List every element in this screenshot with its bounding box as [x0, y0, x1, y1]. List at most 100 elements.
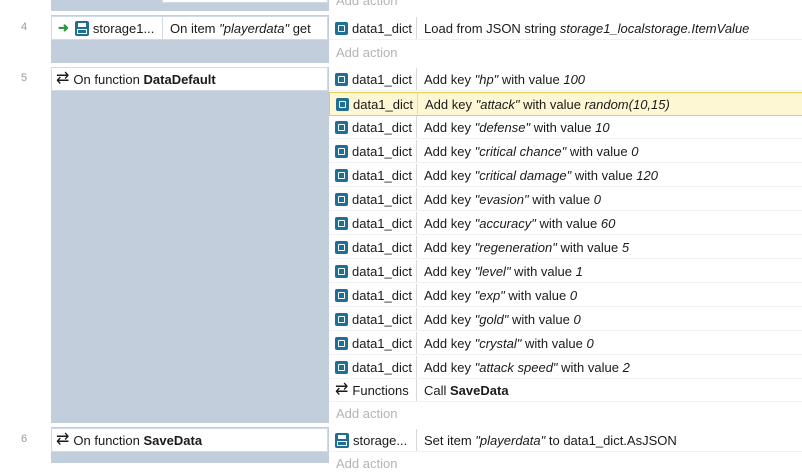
action-row-selected[interactable]: data1_dict Add key "attack" with value r… [329, 92, 802, 116]
action-key: "attack" [475, 96, 520, 112]
action-value: 0 [593, 191, 601, 207]
event-4-condition-cell[interactable]: On item "playerdata" get [162, 16, 328, 40]
action-key: "accuracy" [474, 215, 536, 231]
line-number-6: 6 [20, 433, 28, 445]
event-6-function-name: SaveData [143, 432, 203, 448]
action-object: data1_dict [353, 96, 413, 112]
event-5-condition-prefix: On function [73, 71, 144, 87]
action-value: 0 [586, 335, 594, 351]
action-key: "regeneration" [474, 239, 557, 255]
function-icon: ⇄ [56, 431, 70, 448]
action-object: storage... [353, 432, 408, 448]
action-value: 60 [600, 215, 616, 231]
event-5-condition-cell[interactable]: ⇄ On function DataDefault [51, 67, 328, 91]
event-4-action-row[interactable]: data1_dict Load from JSON string storage… [329, 17, 802, 40]
action-value: 0 [569, 287, 578, 303]
event-5-function-name: DataDefault [143, 71, 216, 87]
action-object: data1_dict [352, 287, 412, 303]
trigger-arrow-icon: ➜ [58, 20, 69, 35]
event-4-add-action[interactable]: Add action [329, 41, 802, 63]
dictionary-icon [335, 144, 348, 158]
called-function-name: SaveData [450, 382, 509, 398]
action-object: data1_dict [352, 191, 412, 207]
action-row[interactable]: data1_dict Add key "exp" with value 0 [329, 284, 802, 307]
line-number-5: 5 [20, 72, 28, 84]
dictionary-icon [335, 216, 348, 230]
action-value: 100 [563, 71, 586, 87]
event-4-condition-object: storage1... [92, 20, 155, 36]
action-value: storage1_localstorage.ItemValue [559, 20, 750, 36]
prev-condition-cell[interactable] [162, 0, 328, 3]
action-object: data1_dict [352, 167, 412, 183]
action-row[interactable]: data1_dict Add key "regeneration" with v… [329, 236, 802, 259]
action-row[interactable]: data1_dict Add key "critical damage" wit… [329, 164, 802, 187]
action-object: data1_dict [352, 215, 412, 231]
dictionary-icon [335, 312, 348, 326]
action-row[interactable]: data1_dict Add key "crystal" with value … [329, 332, 802, 355]
action-value: 0 [631, 143, 639, 159]
action-key: "critical damage" [474, 167, 572, 183]
event-5-block [51, 67, 329, 423]
prev-add-action[interactable]: Add action [329, 0, 802, 11]
dictionary-icon [335, 288, 348, 302]
action-value: 0 [573, 311, 581, 327]
dictionary-icon [335, 192, 348, 206]
event-6-action-row[interactable]: storage... Set item "playerdata" to data… [329, 429, 802, 452]
action-prefix: Load from JSON string [424, 20, 560, 36]
action-key: "defense" [474, 119, 531, 135]
dictionary-icon [335, 360, 348, 374]
action-key: "crystal" [474, 335, 522, 351]
action-object: Functions [352, 382, 409, 398]
event-4-condition-prefix: On item [170, 20, 220, 36]
dictionary-icon [335, 168, 348, 182]
event-6-condition-prefix: On function [73, 432, 144, 448]
action-value: 5 [621, 239, 630, 255]
action-object: data1_dict [352, 239, 412, 255]
action-row[interactable]: data1_dict Add key "accuracy" with value… [329, 212, 802, 235]
dictionary-icon [335, 240, 348, 254]
action-key: "critical chance" [474, 143, 567, 159]
call-function-action-row[interactable]: ⇄ Functions Call SaveData [329, 379, 802, 402]
action-key: "exp" [474, 287, 505, 303]
dictionary-icon [335, 21, 348, 35]
action-row[interactable]: data1_dict Add key "hp" with value 100 [329, 68, 802, 91]
action-row[interactable]: data1_dict Add key "defense" with value … [329, 116, 802, 139]
action-key: "level" [474, 263, 511, 279]
function-icon: ⇄ [56, 70, 70, 87]
action-object: data1_dict [352, 143, 412, 159]
dictionary-icon [335, 72, 348, 86]
action-object: data1_dict [352, 263, 412, 279]
event-4-condition-object-cell[interactable]: ➜ storage1... [51, 16, 163, 40]
action-object: data1_dict [352, 311, 412, 327]
action-object: data1_dict [352, 359, 412, 375]
local-storage-icon [335, 432, 349, 448]
action-row[interactable]: data1_dict Add key "evasion" with value … [329, 188, 802, 211]
action-key: "evasion" [474, 191, 529, 207]
action-value: 10 [595, 119, 610, 135]
action-value: 120 [636, 167, 658, 183]
dictionary-icon [335, 264, 348, 278]
action-key: "gold" [474, 311, 509, 327]
dictionary-icon [335, 336, 348, 350]
action-key: "hp" [474, 71, 499, 87]
action-row[interactable]: data1_dict Add key "critical chance" wit… [329, 140, 802, 163]
event-4-condition-item: "playerdata" [219, 20, 290, 36]
dictionary-icon [335, 120, 348, 134]
action-value: 1 [575, 263, 583, 279]
local-storage-icon [74, 20, 89, 36]
action-object: data1_dict [352, 119, 412, 135]
action-row[interactable]: data1_dict Add key "level" with value 1 [329, 260, 802, 283]
action-item: "playerdata" [475, 432, 546, 448]
event-6-add-action[interactable]: Add action [329, 452, 802, 474]
event-5-add-action[interactable]: Add action [329, 402, 802, 424]
action-value: 2 [622, 359, 630, 375]
action-object: data1_dict [352, 20, 412, 36]
dictionary-icon [336, 97, 349, 111]
event-6-condition-cell[interactable]: ⇄ On function SaveData [51, 428, 328, 452]
action-object: data1_dict [352, 335, 412, 351]
action-row[interactable]: data1_dict Add key "attack speed" with v… [329, 356, 802, 379]
function-icon: ⇄ [335, 381, 349, 398]
action-key: "attack speed" [474, 359, 558, 375]
action-row[interactable]: data1_dict Add key "gold" with value 0 [329, 308, 802, 331]
action-object: data1_dict [352, 71, 412, 87]
